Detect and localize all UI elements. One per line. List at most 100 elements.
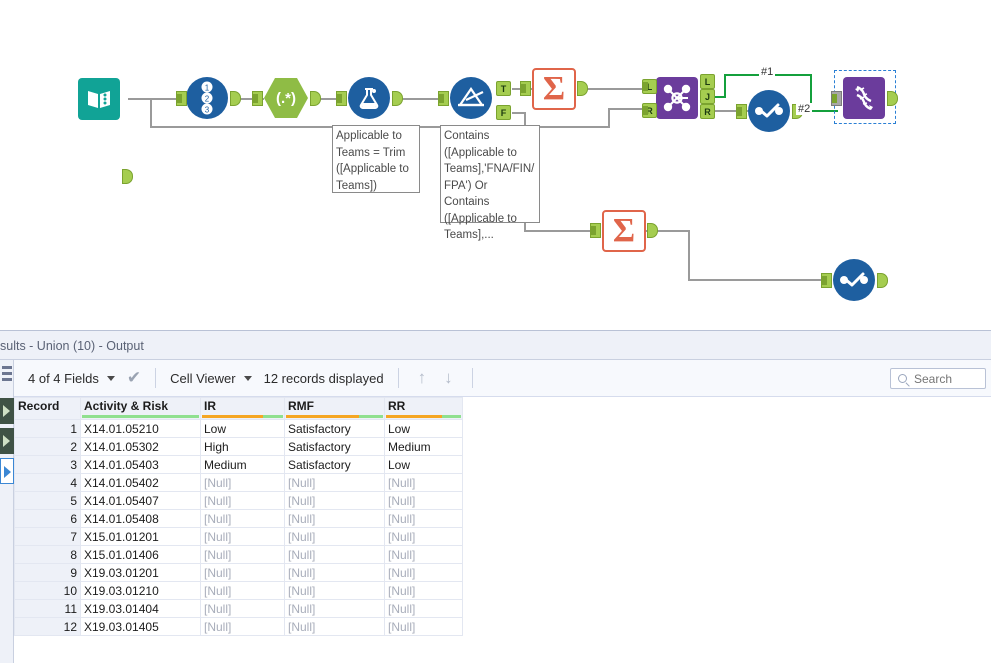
cell-record-number[interactable]: 7 bbox=[15, 528, 81, 546]
fields-caret-icon[interactable] bbox=[107, 376, 115, 381]
filter-true-port[interactable]: T bbox=[496, 81, 511, 96]
select-tool[interactable]: (.*) bbox=[264, 78, 308, 118]
cell-record-number[interactable]: 12 bbox=[15, 618, 81, 636]
cell-rr[interactable]: Low bbox=[385, 456, 463, 474]
cell-record-number[interactable]: 1 bbox=[15, 420, 81, 438]
fields-selector-label[interactable]: 4 of 4 Fields bbox=[24, 371, 103, 386]
cell-activity[interactable]: X14.01.05407 bbox=[81, 492, 201, 510]
summarize-top-input-port[interactable] bbox=[520, 81, 531, 96]
cell-rr[interactable]: [Null] bbox=[385, 528, 463, 546]
column-header-rmf[interactable]: RMF bbox=[285, 398, 385, 420]
union-tool[interactable] bbox=[843, 77, 885, 119]
workflow-canvas[interactable]: 1 2 3 (.*) bbox=[0, 0, 991, 330]
checkmark-icon[interactable]: ✔ bbox=[123, 368, 145, 388]
summarize-top-output-port[interactable] bbox=[577, 81, 588, 96]
cell-rmf[interactable]: [Null] bbox=[285, 492, 385, 510]
cell-activity[interactable]: X19.03.01210 bbox=[81, 582, 201, 600]
cell-record-number[interactable]: 5 bbox=[15, 492, 81, 510]
cell-ir[interactable]: High bbox=[201, 438, 285, 456]
table-row[interactable]: 7X15.01.01201[Null][Null][Null] bbox=[15, 528, 463, 546]
table-row[interactable]: 4X14.01.05402[Null][Null][Null] bbox=[15, 474, 463, 492]
cell-ir[interactable]: [Null] bbox=[201, 618, 285, 636]
cell-rmf[interactable]: [Null] bbox=[285, 600, 385, 618]
column-header-record[interactable]: Record bbox=[15, 398, 81, 420]
scroll-down-button[interactable]: ↓ bbox=[435, 368, 462, 388]
cell-ir[interactable]: [Null] bbox=[201, 546, 285, 564]
table-row[interactable]: 11X19.03.01404[Null][Null][Null] bbox=[15, 600, 463, 618]
browse-tool-bottom[interactable] bbox=[833, 259, 875, 301]
cell-activity[interactable]: X14.01.05402 bbox=[81, 474, 201, 492]
cell-record-number[interactable]: 6 bbox=[15, 510, 81, 528]
cell-rmf[interactable]: Satisfactory bbox=[285, 456, 385, 474]
cell-activity[interactable]: X14.01.05403 bbox=[81, 456, 201, 474]
cell-ir[interactable]: [Null] bbox=[201, 474, 285, 492]
join-left-input-port[interactable]: L bbox=[642, 79, 657, 94]
record-id-input-port[interactable] bbox=[176, 91, 187, 106]
side-tab-3-active[interactable] bbox=[0, 458, 14, 484]
cell-rr[interactable]: [Null] bbox=[385, 582, 463, 600]
cell-rr[interactable]: [Null] bbox=[385, 492, 463, 510]
cell-rr[interactable]: [Null] bbox=[385, 564, 463, 582]
cell-record-number[interactable]: 8 bbox=[15, 546, 81, 564]
join-right-input-port[interactable]: R bbox=[642, 103, 657, 118]
search-input[interactable] bbox=[912, 371, 972, 387]
cell-record-number[interactable]: 3 bbox=[15, 456, 81, 474]
summarize-bottom-output-port[interactable] bbox=[647, 223, 658, 238]
cell-record-number[interactable]: 4 bbox=[15, 474, 81, 492]
side-tab-2[interactable] bbox=[0, 428, 14, 454]
join-right-output-port[interactable]: R bbox=[700, 104, 715, 119]
cell-activity[interactable]: X15.01.01201 bbox=[81, 528, 201, 546]
table-row[interactable]: 12X19.03.01405[Null][Null][Null] bbox=[15, 618, 463, 636]
table-row[interactable]: 9X19.03.01201[Null][Null][Null] bbox=[15, 564, 463, 582]
cell-rmf[interactable]: [Null] bbox=[285, 618, 385, 636]
browse-bottom-input-port[interactable] bbox=[821, 273, 832, 288]
cell-ir[interactable]: Low bbox=[201, 420, 285, 438]
table-row[interactable]: 8X15.01.01406[Null][Null][Null] bbox=[15, 546, 463, 564]
table-row[interactable]: 1X14.01.05210LowSatisfactoryLow bbox=[15, 420, 463, 438]
cell-rr[interactable]: [Null] bbox=[385, 600, 463, 618]
cell-activity[interactable]: X19.03.01201 bbox=[81, 564, 201, 582]
join-left-output-port[interactable]: L bbox=[700, 74, 715, 89]
cell-rr[interactable]: Low bbox=[385, 420, 463, 438]
cell-rmf[interactable]: Satisfactory bbox=[285, 438, 385, 456]
cell-rmf[interactable]: [Null] bbox=[285, 582, 385, 600]
scroll-up-button[interactable]: ↑ bbox=[409, 368, 436, 388]
formula-tool[interactable] bbox=[348, 77, 390, 119]
column-header-rr[interactable]: RR bbox=[385, 398, 463, 420]
cell-activity[interactable]: X14.01.05302 bbox=[81, 438, 201, 456]
cell-rmf[interactable]: [Null] bbox=[285, 474, 385, 492]
union-input-port[interactable] bbox=[831, 91, 842, 106]
cell-ir[interactable]: [Null] bbox=[201, 582, 285, 600]
side-tab-1[interactable] bbox=[0, 398, 14, 424]
filter-tool[interactable]: T F bbox=[450, 77, 492, 119]
join-tool[interactable]: L R L J R bbox=[656, 77, 698, 119]
cell-ir[interactable]: [Null] bbox=[201, 528, 285, 546]
table-row[interactable]: 10X19.03.01210[Null][Null][Null] bbox=[15, 582, 463, 600]
cell-activity[interactable]: X19.03.01405 bbox=[81, 618, 201, 636]
cell-record-number[interactable]: 9 bbox=[15, 564, 81, 582]
column-header-ir[interactable]: IR bbox=[201, 398, 285, 420]
cell-rr[interactable]: [Null] bbox=[385, 510, 463, 528]
cell-rr[interactable]: [Null] bbox=[385, 474, 463, 492]
cell-ir[interactable]: [Null] bbox=[201, 492, 285, 510]
cell-rr[interactable]: Medium bbox=[385, 438, 463, 456]
browse-tool-top[interactable] bbox=[748, 90, 790, 132]
cell-ir[interactable]: Medium bbox=[201, 456, 285, 474]
view-mode-caret-icon[interactable] bbox=[244, 376, 252, 381]
summarize-tool-top[interactable]: Σ bbox=[532, 68, 576, 110]
cell-rmf[interactable]: [Null] bbox=[285, 510, 385, 528]
cell-rmf[interactable]: [Null] bbox=[285, 564, 385, 582]
browse-bottom-output-port[interactable] bbox=[877, 273, 888, 288]
cell-rr[interactable]: [Null] bbox=[385, 546, 463, 564]
filter-input-port[interactable] bbox=[438, 91, 449, 106]
cell-activity[interactable]: X15.01.01406 bbox=[81, 546, 201, 564]
search-box[interactable] bbox=[890, 368, 986, 389]
view-mode-label[interactable]: Cell Viewer bbox=[166, 371, 240, 386]
cell-activity[interactable]: X14.01.05408 bbox=[81, 510, 201, 528]
record-id-output-port[interactable] bbox=[230, 91, 241, 106]
union-output-port[interactable] bbox=[887, 91, 898, 106]
input-data-tool[interactable] bbox=[78, 78, 120, 120]
cell-record-number[interactable]: 11 bbox=[15, 600, 81, 618]
table-row[interactable]: 2X14.01.05302HighSatisfactoryMedium bbox=[15, 438, 463, 456]
cell-rmf[interactable]: [Null] bbox=[285, 546, 385, 564]
